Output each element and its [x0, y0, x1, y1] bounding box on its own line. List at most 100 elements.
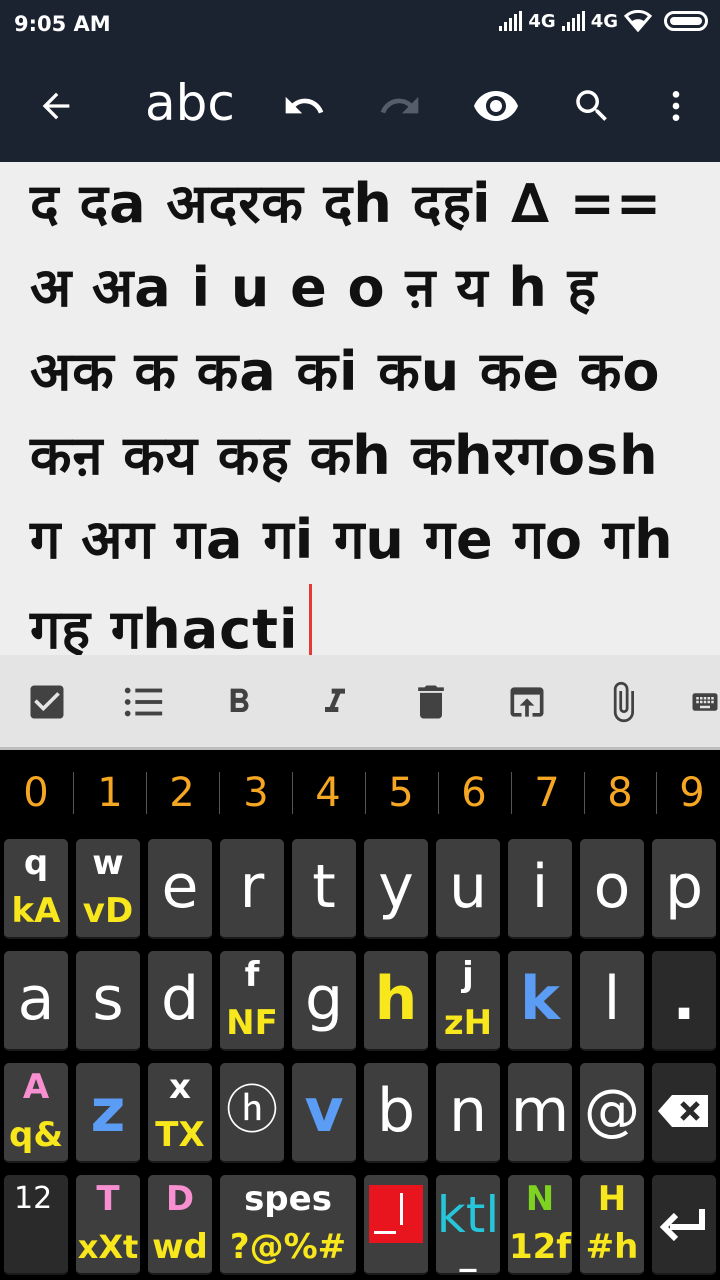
key-label: u: [448, 852, 488, 922]
key-o[interactable]: o: [580, 839, 644, 939]
keyboard-toggle-button[interactable]: [690, 677, 720, 727]
key-primary: w: [92, 843, 124, 883]
key-g[interactable]: g: [292, 951, 356, 1051]
key-i[interactable]: i: [508, 839, 572, 939]
key-q[interactable]: q kA: [4, 839, 68, 939]
eye-icon: [474, 91, 518, 121]
number-row: 0 1 2 3 4 5 6 7 8 9: [0, 750, 720, 836]
key-a[interactable]: a: [4, 951, 68, 1051]
key-k[interactable]: k: [508, 951, 572, 1051]
keyboard-icon: [692, 693, 718, 711]
key-label: b: [376, 1076, 416, 1146]
key-label: ⓗ: [225, 1081, 278, 1141]
status-bar: 9:05 AM 4G 4G: [0, 0, 720, 50]
key-c[interactable]: ⓗ: [220, 1063, 284, 1163]
enter-button[interactable]: [652, 1175, 716, 1275]
key-label: a: [17, 964, 55, 1034]
key-primary: N: [525, 1179, 555, 1219]
undo-button[interactable]: [276, 78, 332, 134]
key-h[interactable]: h: [364, 951, 428, 1051]
key-ktl[interactable]: ktl _: [436, 1175, 500, 1275]
key-5[interactable]: 5: [365, 770, 437, 816]
more-vert-icon: [672, 91, 680, 121]
key-z[interactable]: z: [76, 1063, 140, 1163]
key-m[interactable]: m: [508, 1063, 572, 1163]
network-type-2: 4G: [590, 10, 618, 32]
note-editor[interactable]: द दa अदरक दh दहi ∆ == अ अa i u e o ऩ य h…: [0, 162, 720, 655]
italic-button[interactable]: [310, 677, 360, 727]
battery-icon: [664, 11, 708, 31]
key-d[interactable]: d: [148, 951, 212, 1051]
search-button[interactable]: [564, 78, 620, 134]
key-label: r: [239, 852, 265, 922]
key-d-layout[interactable]: Dwd: [148, 1175, 212, 1275]
swatch-underline-icon: [374, 1231, 396, 1234]
key-e[interactable]: e: [148, 839, 212, 939]
key-label: g: [304, 964, 344, 1034]
back-button[interactable]: [28, 78, 84, 134]
key-primary: x: [169, 1067, 191, 1107]
checkbox-icon: [30, 685, 64, 719]
key-label: n: [448, 1076, 488, 1146]
key-period[interactable]: .: [652, 951, 716, 1051]
key-9[interactable]: 9: [656, 770, 720, 816]
enter-icon: [659, 1209, 705, 1242]
key-h-layout[interactable]: H #h: [580, 1175, 644, 1275]
key-f[interactable]: f NF: [220, 951, 284, 1051]
key-r[interactable]: r: [220, 839, 284, 939]
bold-button[interactable]: [214, 677, 264, 727]
key-n-layout[interactable]: N 12f: [508, 1175, 572, 1275]
key-0[interactable]: 0: [0, 770, 72, 816]
italic-icon: [325, 688, 345, 712]
delete-button[interactable]: [406, 677, 456, 727]
key-2[interactable]: 2: [146, 770, 218, 816]
key-j[interactable]: j zH: [436, 951, 500, 1051]
key-3[interactable]: 3: [220, 770, 292, 816]
key-n[interactable]: n: [436, 1063, 500, 1163]
key-w[interactable]: w vD: [76, 839, 140, 939]
redo-button[interactable]: [372, 78, 428, 134]
swatch-cursor-icon: [400, 1193, 403, 1225]
key-x[interactable]: x TX: [148, 1063, 212, 1163]
color-key[interactable]: [364, 1175, 428, 1275]
key-primary: H: [597, 1179, 627, 1219]
preview-button[interactable]: [468, 78, 524, 134]
key-u[interactable]: u: [436, 839, 500, 939]
key-secondary: 12f: [508, 1227, 572, 1267]
more-options-button[interactable]: [648, 78, 704, 134]
wifi-icon: [624, 10, 652, 32]
key-label: z: [90, 1076, 126, 1146]
space-key[interactable]: spes ?@%#: [220, 1175, 356, 1275]
key-label: .: [672, 964, 696, 1034]
key-b[interactable]: b: [364, 1063, 428, 1163]
key-p[interactable]: p: [652, 839, 716, 939]
text-cursor: [308, 584, 312, 655]
key-t[interactable]: t: [292, 839, 356, 939]
key-6[interactable]: 6: [438, 770, 510, 816]
network-type-1: 4G: [528, 10, 556, 32]
note-title[interactable]: abc: [145, 74, 235, 132]
key-v[interactable]: v: [292, 1063, 356, 1163]
key-4[interactable]: 4: [292, 770, 364, 816]
bullet-list-button[interactable]: [118, 677, 168, 727]
key-l[interactable]: l: [580, 951, 644, 1051]
backspace-button[interactable]: [652, 1063, 716, 1163]
key-label: p: [664, 852, 704, 922]
key-t-layout[interactable]: TxXt: [76, 1175, 140, 1275]
key-label: l: [603, 964, 621, 1034]
key-at[interactable]: @: [580, 1063, 644, 1163]
key-8[interactable]: 8: [584, 770, 656, 816]
key-1[interactable]: 1: [74, 770, 146, 816]
backspace-icon: [658, 1095, 708, 1127]
format-bar: [0, 655, 720, 750]
checkbox-button[interactable]: [22, 677, 72, 727]
open-in-new-icon: [510, 687, 544, 717]
key-y[interactable]: y: [364, 839, 428, 939]
key-numbers-mode[interactable]: 12: [4, 1175, 68, 1275]
key-7[interactable]: 7: [511, 770, 583, 816]
share-button[interactable]: [502, 677, 552, 727]
attach-button[interactable]: [598, 677, 648, 727]
key-shift[interactable]: Aq&: [4, 1063, 68, 1163]
key-label: h: [374, 964, 418, 1034]
key-s[interactable]: s: [76, 951, 140, 1051]
